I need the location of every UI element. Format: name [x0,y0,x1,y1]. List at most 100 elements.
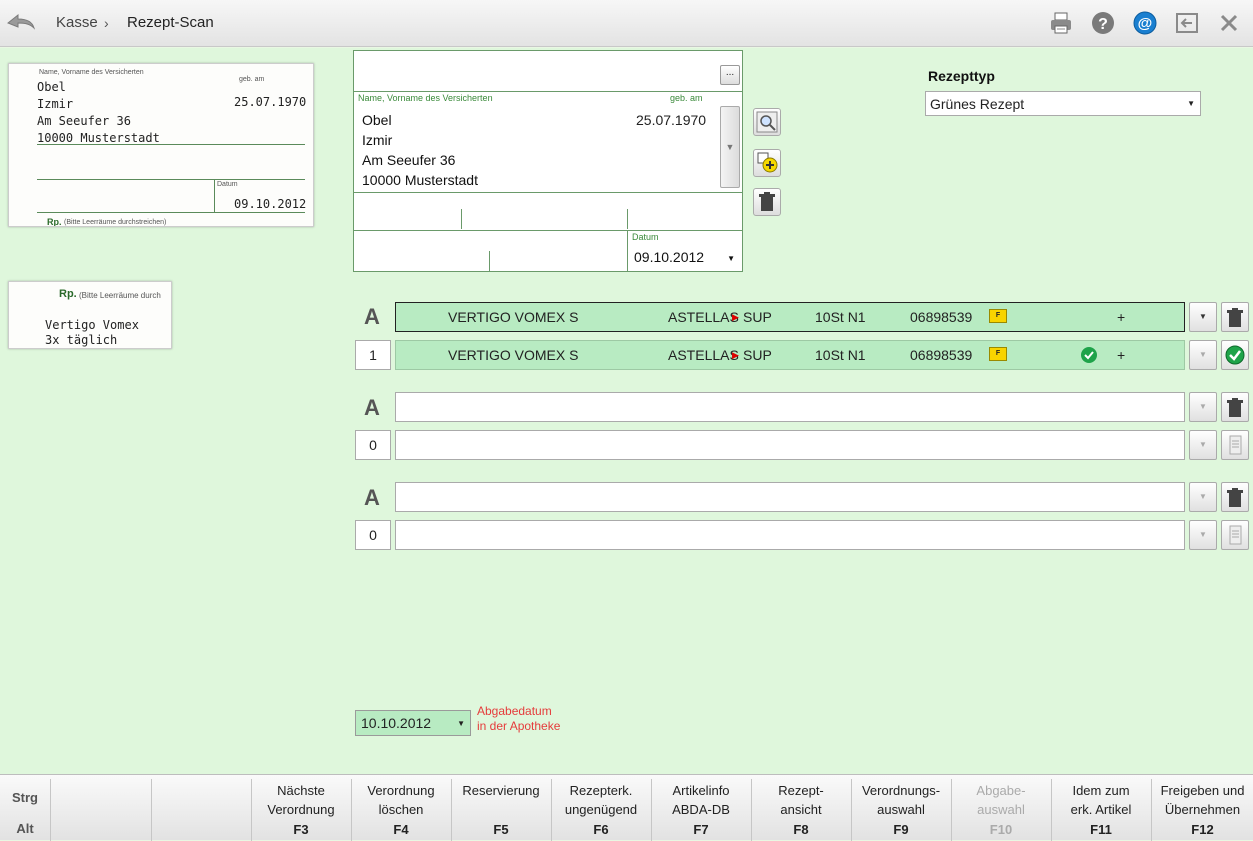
prescription-date-select[interactable]: 09.10.2012 ▼ [629,244,741,270]
trash-icon [759,192,775,211]
add-patient-button[interactable] [753,149,781,177]
prescription-row-scanned[interactable] [395,392,1185,422]
magnifier-icon [756,111,778,133]
patient-city[interactable]: 10000 Musterstadt [362,172,478,188]
abgabe-date-select[interactable]: 10.10.2012 ▼ [355,710,471,736]
row-quantity[interactable]: 1 [355,340,391,370]
fkey-f6-rezepterk-ungenuegend[interactable]: Rezepterk. ungenügend F6 [551,779,650,841]
fkey-label: ABDA-DB [672,802,730,817]
row-confirm-button[interactable] [1221,340,1249,370]
fkey-label: ansicht [780,802,822,817]
row-dropdown-button[interactable]: ▼ [1189,520,1217,550]
scan-patient-lines: Obel Izmir Am Seeufer 36 10000 Mustersta… [37,79,160,147]
patient-scrollbar[interactable]: ▼ [720,106,740,188]
patient-firstname[interactable]: Izmir [362,132,392,148]
row-dropdown-button[interactable]: ▼ [1189,482,1217,512]
rezepttyp-select[interactable]: Grünes Rezept ▼ [925,91,1201,116]
article-form: SUP [743,347,772,363]
scan-rx-rp-label: Rp. [59,288,77,300]
trash-icon [1227,308,1243,327]
fkey-label: auswahl [977,802,1025,817]
row-delete-button[interactable] [1221,482,1249,512]
breadcrumb-kasse[interactable]: Kasse [56,14,98,31]
triangle-right-icon: ▶ [732,312,739,322]
fkey-f4-verordnung-loeschen[interactable]: Verordnung löschen F4 [351,779,450,841]
prescription-row-scanned[interactable] [395,482,1185,512]
fkey-code: F4 [393,822,409,837]
prescription-row-article[interactable] [395,520,1185,550]
row-dropdown-button[interactable]: ▼ [1189,392,1217,422]
fkey-f9-verordnungsauswahl[interactable]: Verordnungs-auswahl F9 [851,779,950,841]
patient-lastname[interactable]: Obel [362,112,392,128]
row-dropdown-button[interactable]: ▼ [1189,302,1217,332]
document-icon [1229,435,1242,455]
article-manufacturer: ASTELLAS [668,309,739,325]
modifier-strg[interactable]: Strg [0,790,50,805]
fkey-f5-reservierung[interactable]: Reservierung F5 [451,779,550,841]
row-delete-button[interactable] [1221,392,1249,422]
article-pack-size: 10St N1 [815,309,866,325]
fkey-f7-artikelinfo[interactable]: Artikelinfo ABDA-DB F7 [651,779,750,841]
fkey-code: F3 [293,822,309,837]
fkey-label: Rezepterk. [569,783,633,798]
fkey-f11-idem[interactable]: Idem zum erk. Artikel F11 [1051,779,1150,841]
help-icon[interactable]: ? [1090,10,1116,36]
more-button[interactable]: ... [720,65,740,85]
breadcrumb-separator: › [104,15,109,31]
scan-patient-header: Name, Vorname des Versicherten [39,69,144,76]
form-date-label: Datum [632,232,659,242]
exit-icon[interactable] [1174,10,1200,36]
article-form: SUP [743,309,772,325]
row-delete-button[interactable] [1221,302,1249,332]
scan-dob-header: geb. am [239,76,265,83]
scan-rx-image[interactable]: Rp. (Bitte Leerräume durch Vertigo Vomex… [8,281,172,349]
fkey-f12-freigeben[interactable]: Freigeben und Übernehmen F12 [1151,779,1253,841]
row-document-button[interactable] [1221,430,1249,460]
patient-dob[interactable]: 25.07.1970 [636,112,706,128]
prescription-row-article[interactable] [395,430,1185,460]
scan-rx-lines: Vertigo Vomex 3x täglich [45,318,139,348]
scan-rp-hint: (Bitte Leerräume durchstreichen) [64,219,167,226]
row-document-button[interactable] [1221,520,1249,550]
abgabe-date-value: 10.10.2012 [361,715,432,731]
row-dropdown-button[interactable]: ▼ [1189,340,1217,370]
row-aut-idem-letter[interactable]: A [364,395,380,421]
fkey-code: F9 [893,822,909,837]
row-aut-idem-letter[interactable]: A [364,485,380,511]
scan-rp-label: Rp. [47,217,62,227]
scan-patient-image[interactable]: Name, Vorname des Versicherten geb. am O… [8,63,314,227]
fkey-code: F10 [989,822,1013,837]
at-icon[interactable]: @ [1132,10,1158,36]
article-plus: + [1117,347,1126,363]
fkey-code: F8 [793,822,809,837]
patient-street[interactable]: Am Seeufer 36 [362,152,455,168]
prescription-row-article[interactable]: VERTIGO VOMEX S ASTELLAS ▶ SUP 10St N1 0… [395,340,1185,370]
article-name: VERTIGO VOMEX S [448,347,579,363]
triangle-right-icon: ▶ [732,350,739,360]
abgabe-label-line: in der Apotheke [477,719,561,733]
printer-icon[interactable] [1048,10,1074,36]
svg-text:@: @ [1138,15,1153,32]
article-pzn: 06898539 [910,309,973,325]
back-arrow-icon[interactable] [6,10,36,34]
delete-header-button[interactable] [753,188,781,216]
article-pzn: 06898539 [910,347,973,363]
close-icon[interactable] [1216,10,1242,36]
fkey-label: Verordnung [267,802,335,817]
row-aut-idem-letter[interactable]: A [364,304,380,330]
search-button[interactable] [753,108,781,136]
fkey-code: F12 [1191,822,1214,837]
row-quantity[interactable]: 0 [355,520,391,550]
chevron-down-icon: ▼ [457,719,465,728]
scan-rx-rp-hint: (Bitte Leerräume durch [79,291,161,300]
fkey-f3-naechste-verordnung[interactable]: Nächste Verordnung F3 [251,779,350,841]
scan-line: Obel [37,80,66,94]
fkey-f8-rezeptansicht[interactable]: Rezept-ansicht F8 [751,779,850,841]
row-dropdown-button[interactable]: ▼ [1189,430,1217,460]
fkey-code: F7 [693,822,709,837]
row-quantity[interactable]: 0 [355,430,391,460]
prescription-row-scanned[interactable]: VERTIGO VOMEX S ASTELLAS ▶ SUP 10St N1 0… [395,302,1185,332]
fkey-label: Übernehmen [1164,802,1241,817]
modifier-alt[interactable]: Alt [0,821,50,836]
article-manufacturer: ASTELLAS [668,347,739,363]
